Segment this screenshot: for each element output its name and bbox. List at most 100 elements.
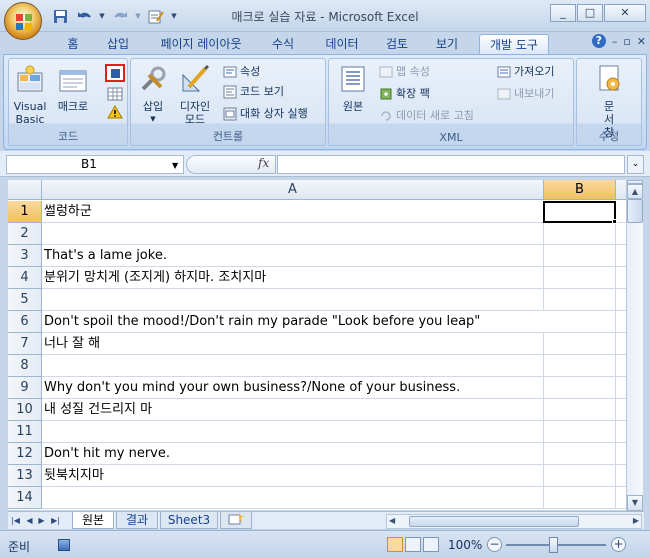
cell-a5[interactable]: [42, 289, 544, 311]
cell-c11[interactable]: [616, 421, 626, 443]
row-header[interactable]: 2: [8, 223, 42, 245]
ribbon-minimize-icon[interactable]: –: [612, 35, 618, 48]
zoom-out-icon[interactable]: −: [487, 537, 502, 552]
tab-formulas[interactable]: 수식: [263, 34, 303, 54]
cell-b8[interactable]: [544, 355, 616, 377]
scroll-right-icon[interactable]: ▶: [633, 516, 639, 525]
relative-reference-icon[interactable]: [107, 87, 123, 101]
insert-sheet-button[interactable]: [220, 512, 252, 529]
insert-function-icon[interactable]: fx: [258, 156, 269, 170]
row-header[interactable]: 5: [8, 289, 42, 311]
cell-a10[interactable]: 내 성질 건드리지 마: [42, 399, 544, 421]
visual-basic-button[interactable]: Visual Basic: [11, 63, 49, 126]
run-dialog-button[interactable]: 대화 상자 실행: [223, 105, 308, 123]
expansion-packs-button[interactable]: 확장 팩: [379, 85, 430, 103]
row-header[interactable]: 7: [8, 333, 42, 355]
close-button[interactable]: ✕: [604, 4, 646, 22]
row-header[interactable]: 11: [8, 421, 42, 443]
cell-c13[interactable]: [616, 465, 626, 487]
cell-a12[interactable]: Don't hit my nerve.: [42, 443, 544, 465]
scroll-down-icon[interactable]: ▼: [627, 495, 643, 511]
row-header[interactable]: 4: [8, 267, 42, 289]
customize-qat-icon[interactable]: ▼: [170, 6, 178, 26]
ribbon-close-icon[interactable]: ✕: [637, 35, 646, 48]
cell-a2[interactable]: [42, 223, 544, 245]
cell-b6[interactable]: [544, 311, 616, 333]
row-header[interactable]: 1: [8, 201, 42, 223]
zoom-in-icon[interactable]: +: [611, 537, 626, 552]
redo-dropdown-icon[interactable]: ▼: [134, 6, 142, 26]
cell-a13[interactable]: 뒷북치지마: [42, 465, 544, 487]
cell-c1[interactable]: [616, 201, 626, 223]
row-header[interactable]: 13: [8, 465, 42, 487]
sheet-tab-result[interactable]: 결과: [116, 512, 158, 529]
next-sheet-icon[interactable]: ▶: [36, 514, 47, 528]
cell-b3[interactable]: [544, 245, 616, 267]
formula-input[interactable]: [277, 155, 625, 174]
macro-button[interactable]: 매크로: [53, 63, 93, 113]
cell-a11[interactable]: [42, 421, 544, 443]
save-icon[interactable]: [50, 6, 70, 26]
cell-a6[interactable]: Don't spoil the mood!/Don't rain my para…: [42, 311, 544, 333]
insert-control-button[interactable]: 삽입 ▼: [135, 63, 171, 126]
form-icon[interactable]: [146, 6, 166, 26]
cell-c6[interactable]: [616, 311, 626, 333]
tab-developer[interactable]: 개발 도구: [479, 34, 549, 54]
last-sheet-icon[interactable]: ▶|: [50, 514, 61, 528]
cell-c14[interactable]: [616, 487, 626, 509]
cell-b5[interactable]: [544, 289, 616, 311]
record-macro-button[interactable]: [105, 64, 125, 82]
tab-data[interactable]: 데이터: [318, 34, 366, 54]
name-box[interactable]: B1: [6, 155, 184, 174]
import-button[interactable]: 가져오기: [497, 63, 554, 81]
cell-a14[interactable]: [42, 487, 544, 509]
cell-a7[interactable]: 너나 잘 해: [42, 333, 544, 355]
row-header[interactable]: 8: [8, 355, 42, 377]
first-sheet-icon[interactable]: |◀: [10, 514, 21, 528]
cell-c7[interactable]: [616, 333, 626, 355]
minimize-button[interactable]: _: [550, 4, 576, 22]
tab-page-layout[interactable]: 페이지 레이아웃: [152, 34, 250, 54]
cell-c12[interactable]: [616, 443, 626, 465]
prev-sheet-icon[interactable]: ◀: [24, 514, 35, 528]
cell-c5[interactable]: [616, 289, 626, 311]
office-button[interactable]: [4, 2, 42, 40]
column-header-b[interactable]: B: [544, 180, 616, 200]
column-header-c[interactable]: [616, 180, 626, 200]
tab-insert[interactable]: 삽입: [100, 34, 136, 54]
tab-view[interactable]: 보기: [429, 34, 465, 54]
cell-a4[interactable]: 분위기 망치게 (조지게) 하지마. 조치지마: [42, 267, 544, 289]
macro-record-icon[interactable]: [58, 539, 70, 551]
cell-a8[interactable]: [42, 355, 544, 377]
cell-c3[interactable]: [616, 245, 626, 267]
ribbon-restore-icon[interactable]: ▫: [623, 35, 630, 48]
export-button[interactable]: 내보내기: [497, 85, 554, 103]
undo-icon[interactable]: [74, 6, 94, 26]
vertical-scroll-thumb[interactable]: [627, 199, 643, 223]
fill-handle[interactable]: [612, 219, 617, 224]
cell-b13[interactable]: [544, 465, 616, 487]
row-header[interactable]: 14: [8, 487, 42, 509]
redo-icon[interactable]: [110, 6, 130, 26]
cell-c4[interactable]: [616, 267, 626, 289]
vertical-scrollbar[interactable]: ▲ ▼: [626, 180, 643, 511]
expand-formula-bar-icon[interactable]: ⌄: [627, 155, 644, 174]
cell-b9[interactable]: [544, 377, 616, 399]
cell-b4[interactable]: [544, 267, 616, 289]
cell-b10[interactable]: [544, 399, 616, 421]
row-header[interactable]: 3: [8, 245, 42, 267]
cell-c10[interactable]: [616, 399, 626, 421]
cell-b12[interactable]: [544, 443, 616, 465]
name-box-dropdown-icon[interactable]: ▼: [172, 161, 178, 170]
horizontal-scrollbar[interactable]: ◀ ▶: [386, 514, 642, 529]
zoom-slider-thumb[interactable]: [549, 537, 558, 553]
refresh-data-button[interactable]: 데이터 새로 고침: [379, 107, 474, 125]
cell-c2[interactable]: [616, 223, 626, 245]
restore-button[interactable]: □: [577, 4, 603, 22]
cell-b11[interactable]: [544, 421, 616, 443]
column-header-a[interactable]: A: [42, 180, 544, 200]
select-all-corner[interactable]: [8, 180, 42, 200]
normal-view-icon[interactable]: [387, 537, 403, 552]
cell-a3[interactable]: That's a lame joke.: [42, 245, 544, 267]
row-header[interactable]: 9: [8, 377, 42, 399]
